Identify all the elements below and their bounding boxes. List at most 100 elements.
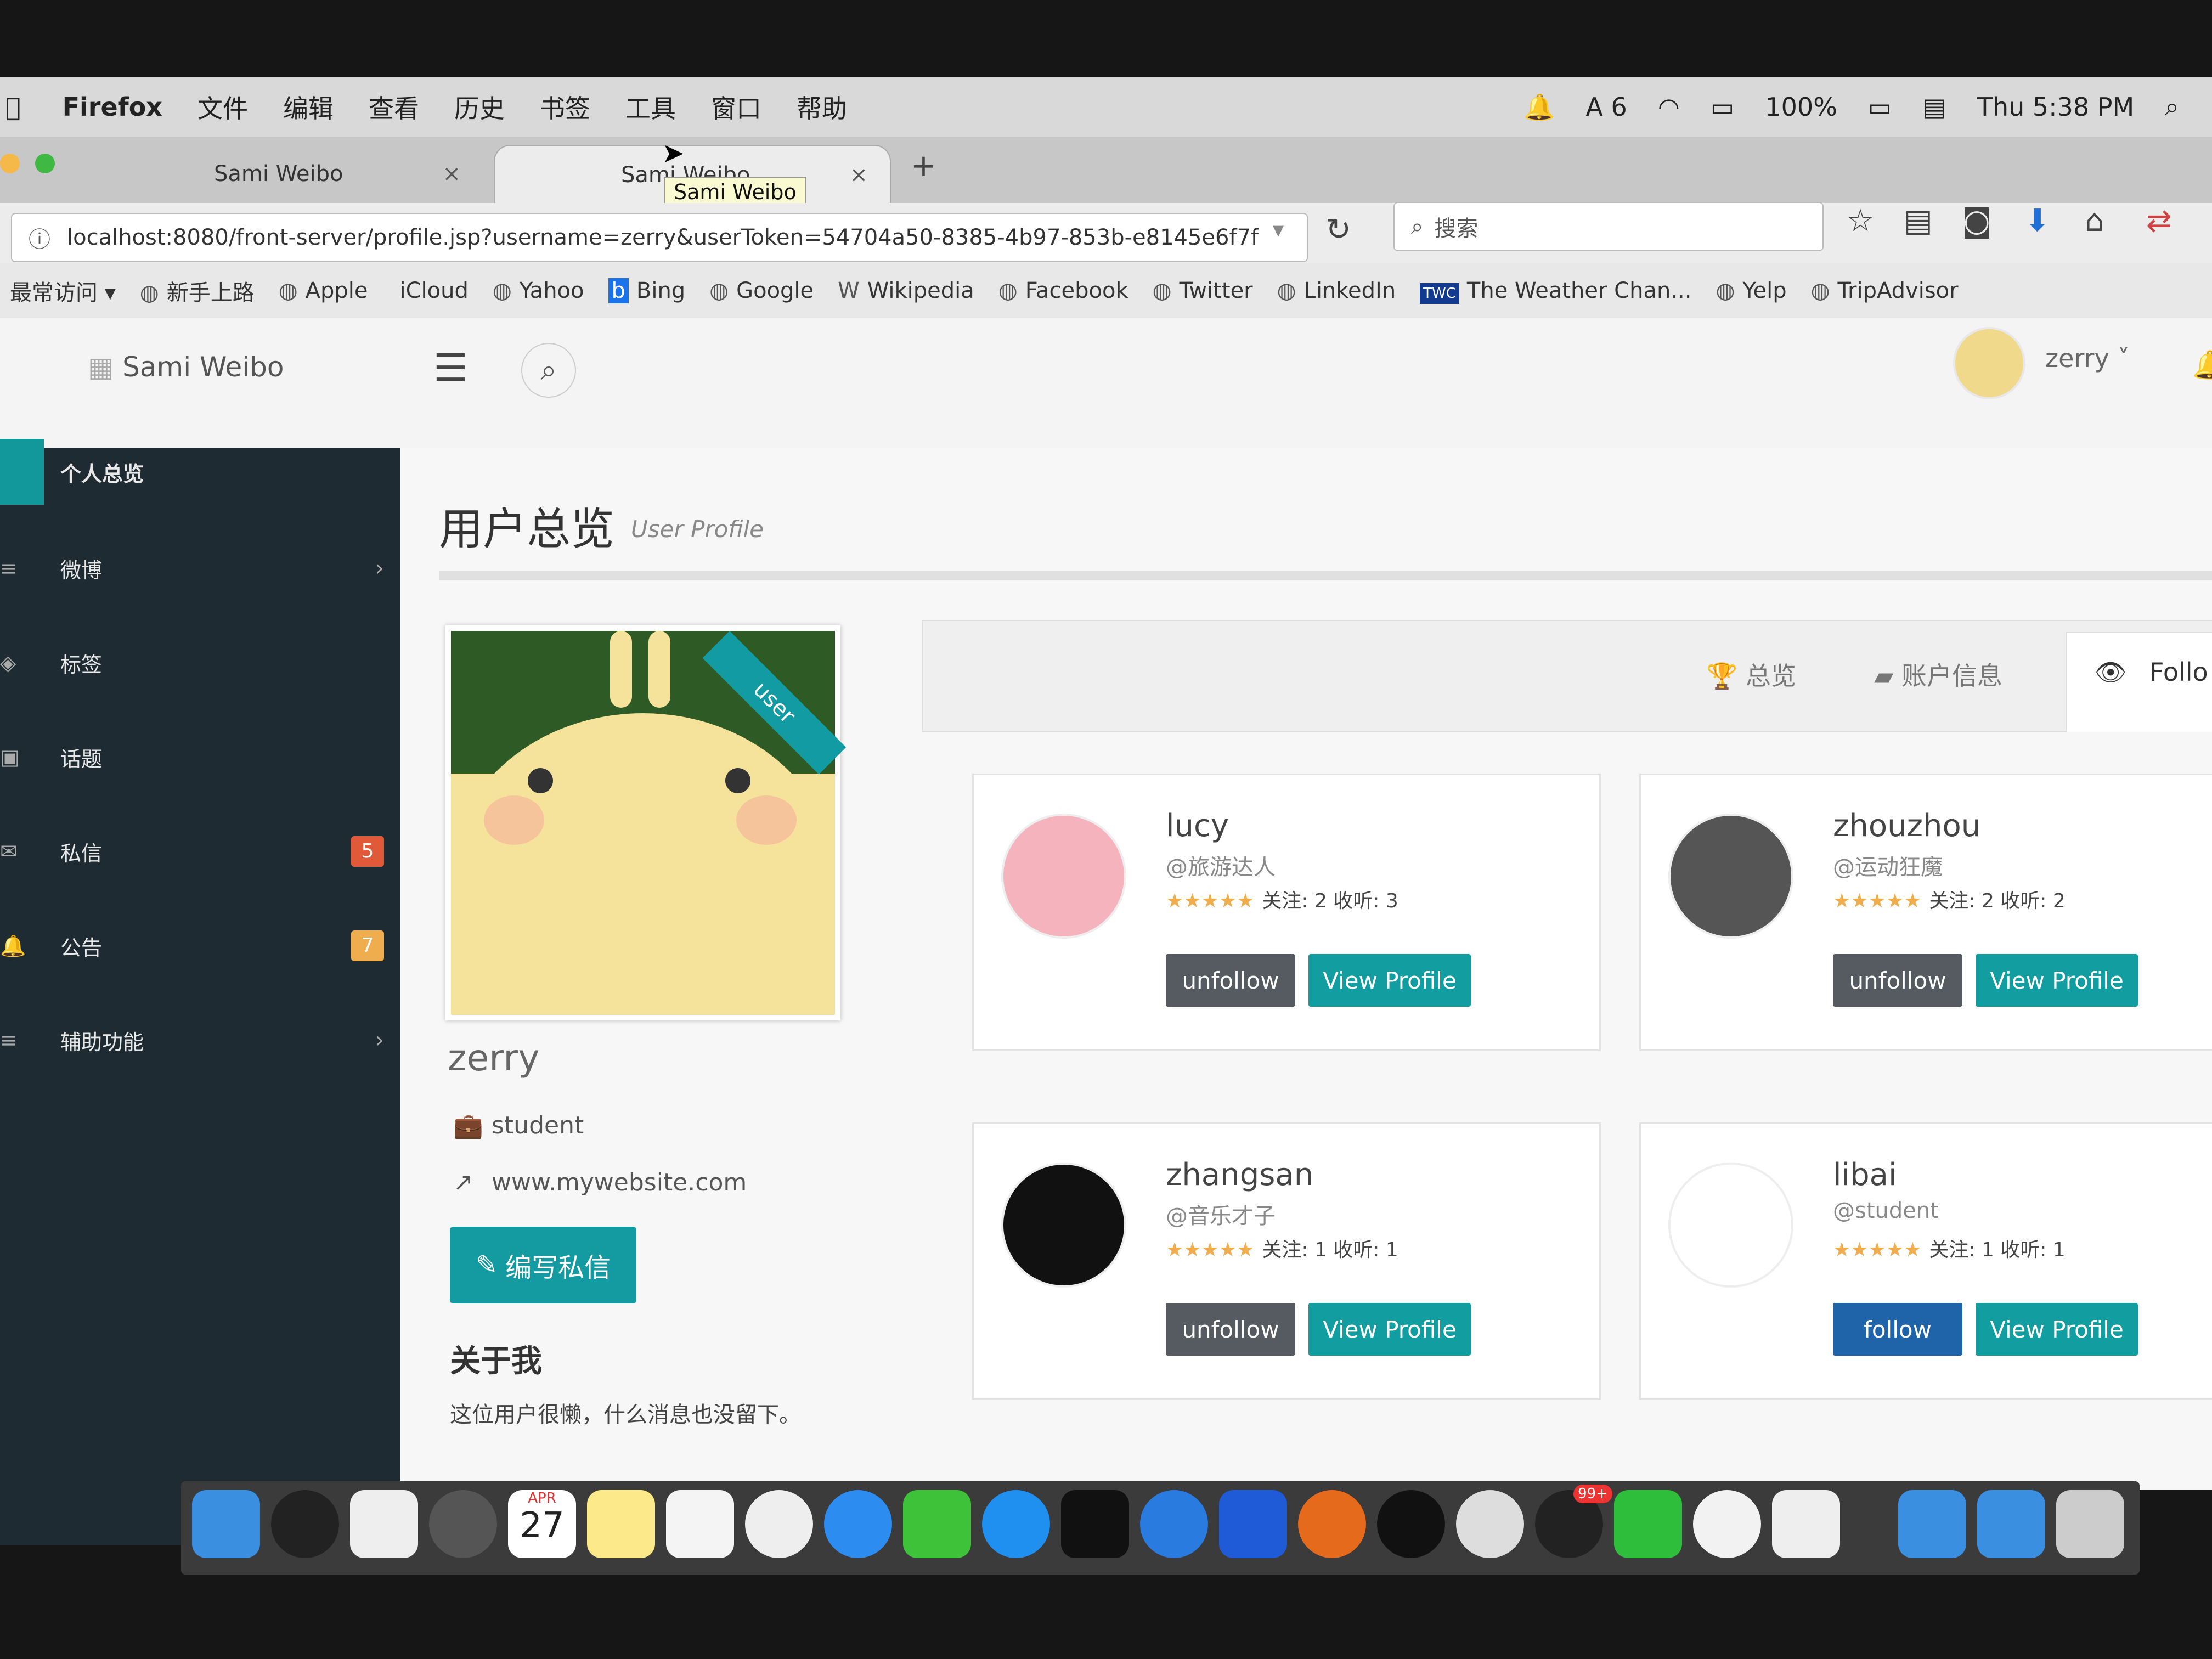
bookmark-twitter[interactable]: ◍ Twitter xyxy=(1153,278,1253,303)
sync-icon[interactable]: ⇄ xyxy=(2146,203,2172,239)
tab-following-active[interactable]: 👁 Follo xyxy=(2066,632,2212,732)
terminal-icon[interactable] xyxy=(1061,1490,1129,1558)
write-message-button[interactable]: ✎ 编写私信 xyxy=(450,1227,636,1304)
safari-icon[interactable] xyxy=(1140,1490,1208,1558)
bookmark-facebook[interactable]: ◍ Facebook xyxy=(998,278,1128,303)
follow-name[interactable]: lucy xyxy=(1166,808,1229,844)
bookmark-google[interactable]: ◍ Google xyxy=(709,278,814,303)
browser-tab-1[interactable]: Sami Weibo × xyxy=(88,145,483,203)
user-menu[interactable]: zerry ˅ xyxy=(2045,343,2130,373)
battery-icon[interactable]: ▭ xyxy=(1868,92,1892,122)
brand-logo[interactable]: ▦ Sami Weibo xyxy=(88,351,284,383)
follow-button[interactable]: follow xyxy=(1833,1303,1962,1356)
menu-tools[interactable]: 工具 xyxy=(625,89,676,125)
firefox-icon[interactable] xyxy=(1298,1490,1366,1558)
search-button[interactable]: ⌕ xyxy=(521,343,576,398)
view-profile-button[interactable]: View Profile xyxy=(1308,954,1471,1007)
java-icon[interactable] xyxy=(1772,1490,1840,1558)
photos-icon[interactable] xyxy=(745,1490,813,1558)
launchpad-icon[interactable] xyxy=(429,1490,497,1558)
close-tab-icon[interactable]: × xyxy=(442,161,461,187)
menu-edit[interactable]: 编辑 xyxy=(283,89,334,125)
sidebar-item-topics[interactable]: ▣ 话题 xyxy=(0,724,400,790)
bookmark-icloud[interactable]: iCloud xyxy=(392,278,468,303)
reading-list-icon[interactable]: ▤ xyxy=(1904,203,1933,239)
sidebar-item-tags[interactable]: ◈ 标签 xyxy=(0,630,400,696)
bell-icon[interactable]: 🔔 xyxy=(2192,349,2212,381)
airplay-icon[interactable]: ▭ xyxy=(1711,92,1734,122)
site-info-icon[interactable]: ⓘ xyxy=(29,222,50,253)
iqiyi-icon[interactable] xyxy=(1614,1490,1682,1558)
menu-window[interactable]: 窗口 xyxy=(711,89,761,125)
folder-icon[interactable] xyxy=(1898,1490,1966,1558)
follow-name[interactable]: zhangsan xyxy=(1166,1157,1313,1193)
reminders-icon[interactable] xyxy=(666,1490,734,1558)
textedit-icon[interactable] xyxy=(350,1490,418,1558)
notification-bell-icon[interactable]: 🔔 xyxy=(1523,92,1555,122)
browser-search-input[interactable]: ⌕ 搜索 xyxy=(1393,202,1824,251)
adobe-icon[interactable]: A 6 xyxy=(1585,92,1627,122)
menu-bookmarks[interactable]: 书签 xyxy=(540,89,590,125)
spotlight-search-icon[interactable]: ⌕ xyxy=(2165,92,2179,122)
tab-overview[interactable]: 🏆 总览 xyxy=(1706,656,1796,692)
view-profile-button[interactable]: View Profile xyxy=(1308,1303,1471,1356)
close-tab-icon[interactable]: × xyxy=(849,162,868,188)
avatar[interactable] xyxy=(1001,814,1126,939)
github-icon[interactable] xyxy=(1456,1490,1524,1558)
avatar[interactable] xyxy=(1668,814,1793,939)
menu-view[interactable]: 查看 xyxy=(369,89,419,125)
bookmark-tripadvisor[interactable]: ◍ TripAdvisor xyxy=(1811,278,1959,303)
window-minimize-button[interactable] xyxy=(0,154,20,173)
finder-icon[interactable] xyxy=(192,1490,260,1558)
sidebar-item-overview[interactable]: 个人总览 xyxy=(0,439,400,505)
app-store-icon[interactable] xyxy=(982,1490,1050,1558)
menu-history[interactable]: 历史 xyxy=(454,89,505,125)
bookmark-most-visited[interactable]: 最常访问 ▾ xyxy=(10,275,116,307)
applications-folder-icon[interactable] xyxy=(1977,1490,2045,1558)
calendar-icon[interactable]: APR 27 xyxy=(508,1490,576,1558)
dropdown-arrow-icon[interactable]: ▾ xyxy=(1273,217,1284,242)
tab-account-info[interactable]: ▰ 账户信息 xyxy=(1874,656,2002,692)
download-icon[interactable]: ⬇ xyxy=(2024,203,2050,239)
reload-icon[interactable]: ↻ xyxy=(1325,212,1351,247)
word-icon[interactable] xyxy=(1219,1490,1287,1558)
wifi-icon[interactable]: ◠ xyxy=(1658,92,1680,122)
bookmark-bing[interactable]: b Bing xyxy=(608,278,685,303)
notes-icon[interactable] xyxy=(587,1490,655,1558)
siri-icon[interactable] xyxy=(271,1490,339,1558)
facetime-icon[interactable] xyxy=(903,1490,971,1558)
bookmark-wikipedia[interactable]: W Wikipedia xyxy=(838,278,974,303)
new-tab-button[interactable]: + xyxy=(911,148,936,184)
menu-file[interactable]: 文件 xyxy=(198,89,248,125)
bookmark-weather[interactable]: TWC The Weather Chan... xyxy=(1420,278,1691,304)
sidebar-item-announcements[interactable]: 🔔 公告 7 xyxy=(0,913,400,979)
avatar[interactable] xyxy=(1001,1163,1126,1288)
bookmark-getting-started[interactable]: ◍ 新手上路 xyxy=(140,275,255,307)
unfollow-button[interactable]: unfollow xyxy=(1833,954,1962,1007)
flag-icon[interactable]: ▤ xyxy=(1922,92,1946,122)
unfollow-button[interactable]: unfollow xyxy=(1166,954,1295,1007)
qq-icon[interactable]: 99+ xyxy=(1535,1485,1612,1558)
sidebar-item-messages[interactable]: ✉ 私信 5 xyxy=(0,819,400,884)
app-menu-firefox[interactable]: Firefox xyxy=(63,92,162,122)
view-profile-button[interactable]: View Profile xyxy=(1976,954,2138,1007)
bookmark-apple[interactable]: ◍ Apple xyxy=(279,278,368,303)
sidebar-item-weibo[interactable]: ≡ 微博 › xyxy=(0,535,400,601)
itunes-icon[interactable] xyxy=(1693,1490,1761,1558)
bookmark-star-icon[interactable]: ☆ xyxy=(1847,203,1874,239)
home-icon[interactable]: ⌂ xyxy=(2085,203,2104,239)
bookmark-linkedin[interactable]: ◍ LinkedIn xyxy=(1277,278,1396,303)
sublime-icon[interactable] xyxy=(1377,1490,1445,1558)
apple-menu-icon[interactable]:  xyxy=(5,92,21,122)
avatar[interactable] xyxy=(1668,1163,1793,1288)
unfollow-button[interactable]: unfollow xyxy=(1166,1303,1295,1356)
follow-name[interactable]: libai xyxy=(1833,1157,1897,1193)
menu-toggle-icon[interactable]: ☰ xyxy=(433,346,468,391)
view-profile-button[interactable]: View Profile xyxy=(1976,1303,2138,1356)
pocket-icon[interactable]: ◙ xyxy=(1962,203,1991,239)
profile-website-link[interactable]: www.mywebsite.com xyxy=(492,1169,747,1197)
follow-name[interactable]: zhouzhou xyxy=(1833,808,1980,844)
window-zoom-button[interactable] xyxy=(35,154,55,173)
menu-help[interactable]: 帮助 xyxy=(797,89,847,125)
messages-icon[interactable] xyxy=(824,1490,892,1558)
